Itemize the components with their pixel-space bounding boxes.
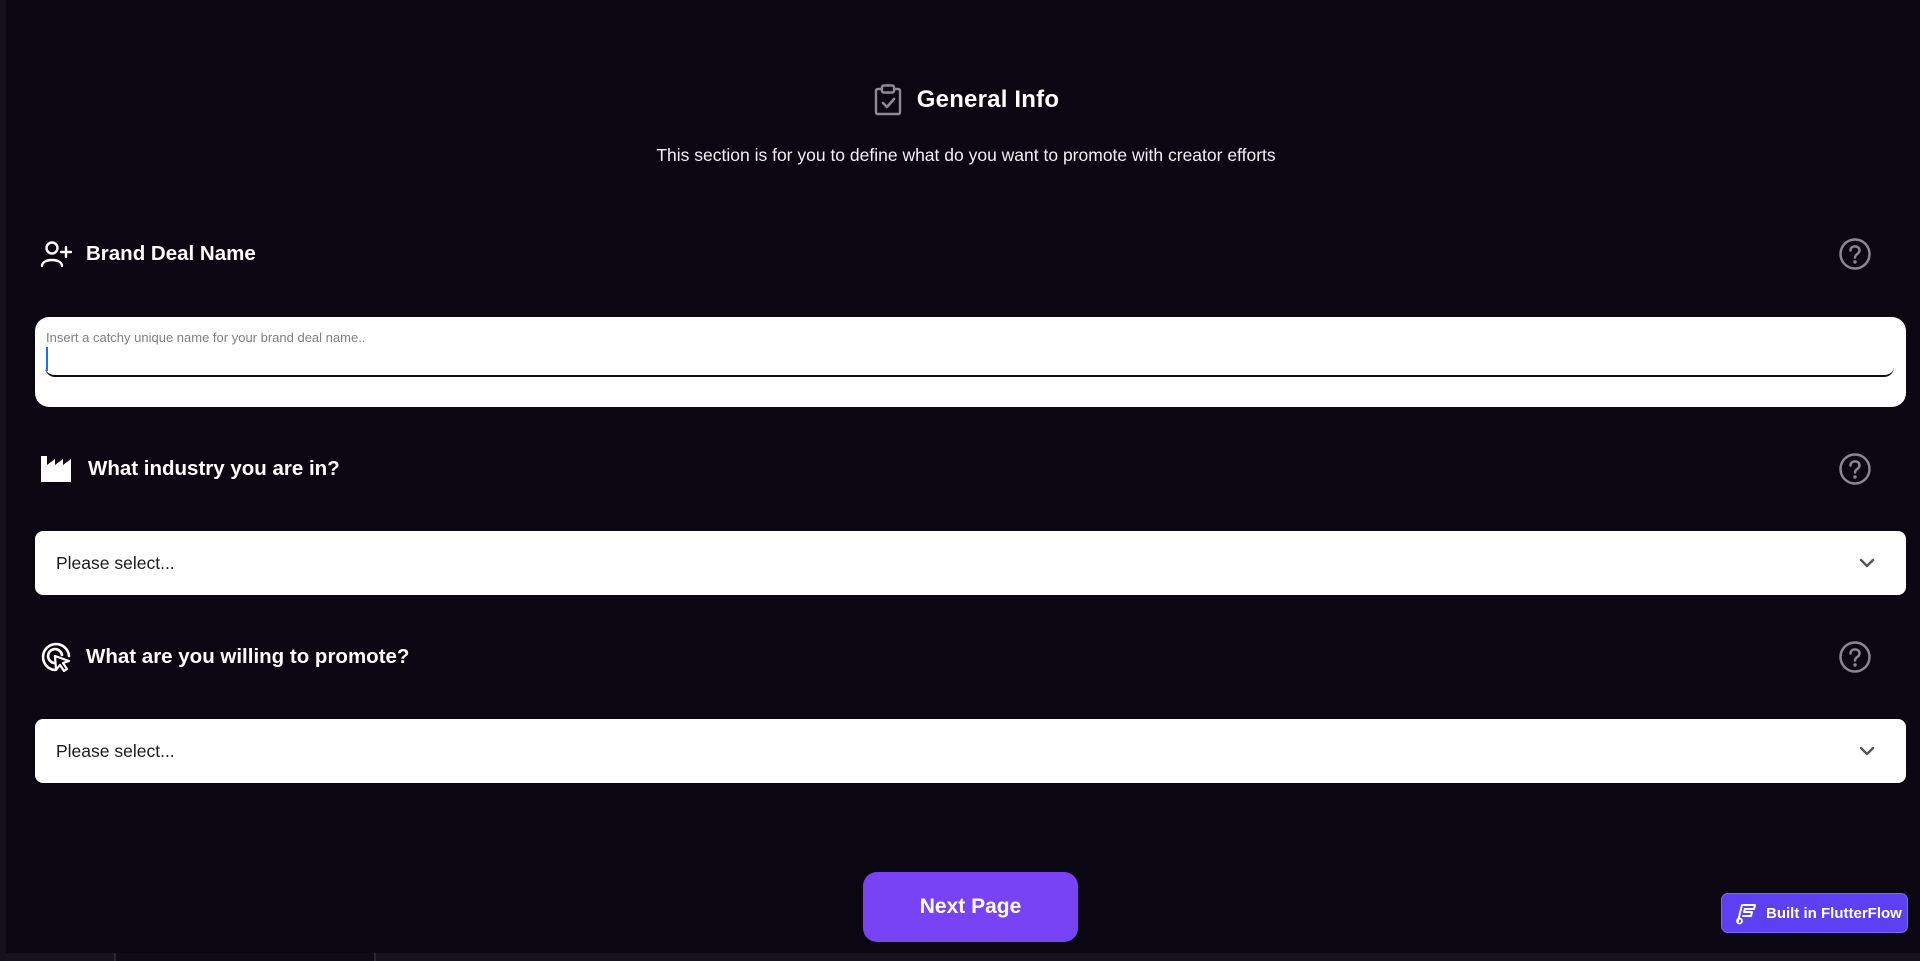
industry-selected-value: Please select... bbox=[56, 552, 175, 573]
flutterflow-logo-icon bbox=[1733, 900, 1759, 926]
industry-label: What industry you are in? bbox=[88, 457, 340, 480]
industry-select[interactable]: Please select... bbox=[35, 531, 1906, 595]
text-cursor bbox=[46, 347, 48, 371]
page-header: General Info bbox=[6, 84, 1920, 116]
factory-icon bbox=[40, 453, 72, 485]
help-circle-icon[interactable] bbox=[1838, 640, 1872, 674]
promote-label: What are you willing to promote? bbox=[86, 645, 410, 668]
next-page-button[interactable]: Next Page bbox=[863, 872, 1078, 942]
brand-deal-header: Brand Deal Name bbox=[40, 237, 1872, 271]
chevron-down-icon bbox=[1856, 552, 1878, 574]
bottom-bar bbox=[6, 953, 1920, 961]
help-circle-icon[interactable] bbox=[1838, 237, 1872, 271]
promote-select[interactable]: Please select... bbox=[35, 719, 1906, 783]
built-in-flutterflow-badge[interactable]: Built in FlutterFlow bbox=[1721, 893, 1908, 933]
brand-deal-card: Insert a catchy unique name for your bra… bbox=[35, 317, 1906, 407]
page-title: General Info bbox=[916, 86, 1060, 113]
page-subtitle: This section is for you to define what d… bbox=[656, 145, 1276, 165]
badge-label: Built in FlutterFlow bbox=[1766, 904, 1902, 922]
target-cursor-icon bbox=[40, 641, 72, 673]
add-user-icon bbox=[40, 238, 72, 270]
bottom-bar-segment bbox=[114, 953, 376, 961]
page-root: General Info This section is for you to … bbox=[0, 0, 1920, 961]
promote-header: What are you willing to promote? bbox=[40, 640, 1872, 674]
brand-deal-placeholder: Insert a catchy unique name for your bra… bbox=[46, 330, 366, 345]
industry-header: What industry you are in? bbox=[40, 452, 1872, 486]
promote-selected-value: Please select... bbox=[56, 740, 175, 761]
chevron-down-icon bbox=[1856, 740, 1878, 762]
brand-deal-label: Brand Deal Name bbox=[86, 242, 256, 265]
help-circle-icon[interactable] bbox=[1838, 452, 1872, 486]
clipboard-check-icon bbox=[873, 84, 903, 116]
